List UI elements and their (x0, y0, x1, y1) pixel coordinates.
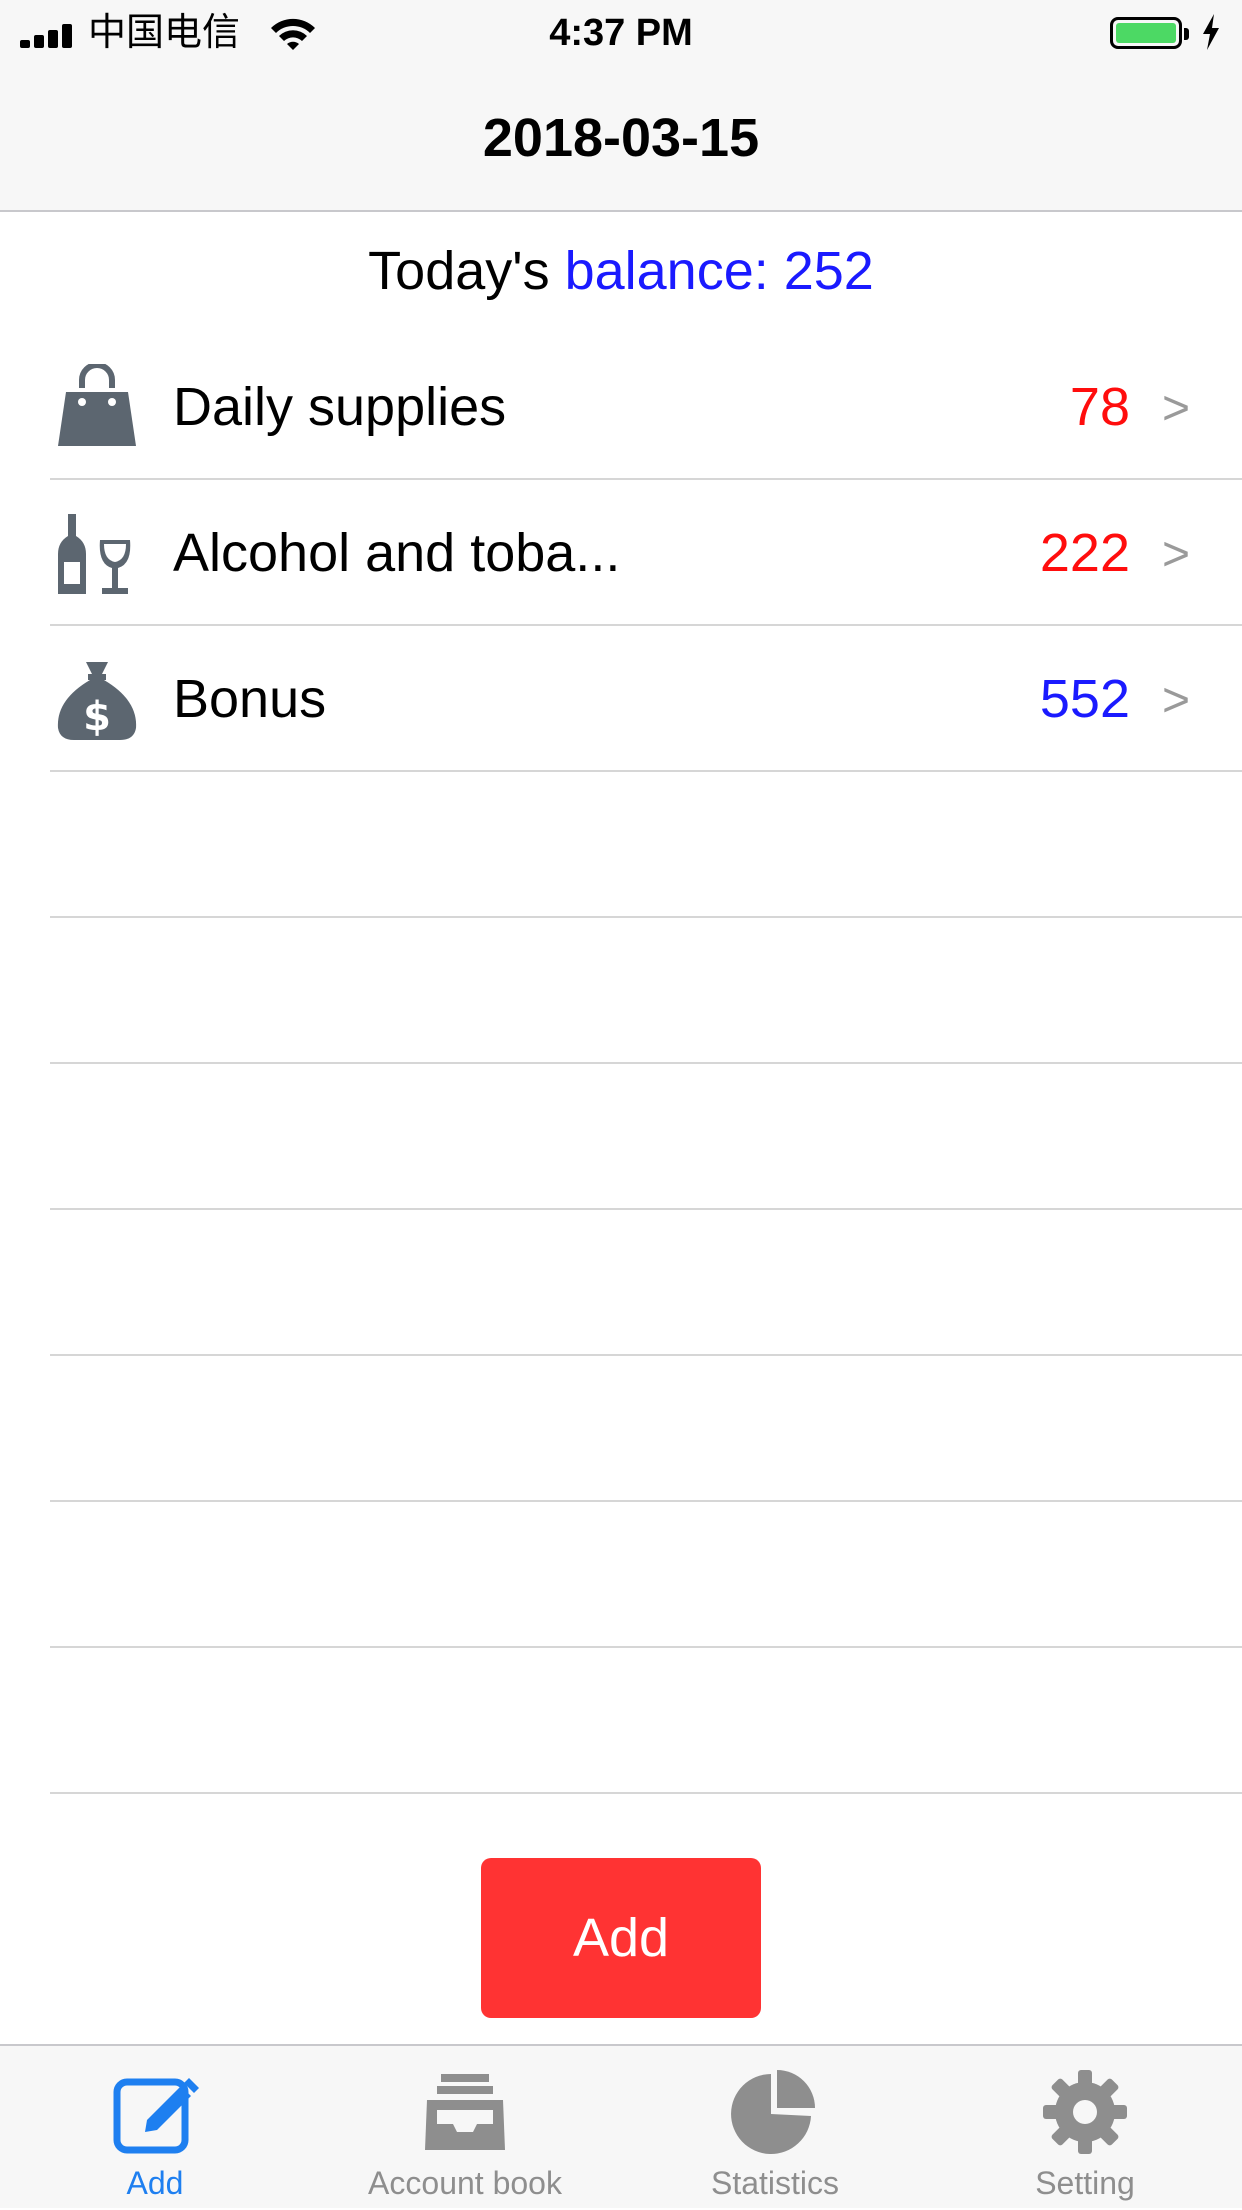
empty-row (50, 1356, 1242, 1502)
tab-label: Account book (368, 2165, 562, 2201)
tab-statistics[interactable]: Statistics (620, 2046, 930, 2210)
tab-setting[interactable]: Setting (930, 2046, 1240, 2210)
top-bar: 中国电信 4:37 PM 2018-03-15 (0, 0, 1242, 212)
entry-label: Alcohol and toba... (173, 523, 621, 583)
entry-amount: 222 (1039, 523, 1130, 583)
list-item[interactable]: Alcohol and toba... 222 > (50, 480, 1242, 626)
balance-summary: Today's balance: 252 (0, 236, 1242, 306)
page-title: 2018-03-15 (482, 108, 760, 168)
list-item[interactable]: $ Bonus 552 > (50, 626, 1242, 772)
status-time: 4:37 PM (549, 12, 693, 54)
gear-icon (1043, 2070, 1127, 2154)
inbox-icon (425, 2074, 505, 2150)
balance-value: balance: 252 (564, 241, 874, 301)
entry-list: Daily supplies 78 > Alcohol and toba... … (50, 334, 1242, 1794)
svg-text:$: $ (83, 694, 111, 740)
edit-icon (113, 2078, 199, 2154)
entry-label: Bonus (173, 669, 327, 729)
tab-label: Setting (1035, 2165, 1135, 2201)
charging-bolt-icon (1203, 14, 1219, 50)
tab-bar: Add Account book Statistics Setting (0, 2044, 1242, 2208)
empty-row (50, 1648, 1242, 1794)
add-button[interactable]: Add (481, 1858, 761, 2018)
empty-row (50, 1210, 1242, 1356)
empty-row (50, 1502, 1242, 1648)
money-bag-icon: $ (57, 662, 137, 740)
tab-account-book[interactable]: Account book (310, 2046, 620, 2210)
entry-amount: 78 (1069, 377, 1130, 437)
bottle-glass-icon (58, 514, 131, 594)
entry-label: Daily supplies (173, 377, 507, 437)
chevron-right-icon: > (1161, 528, 1190, 581)
tab-label: Add (126, 2165, 184, 2201)
status-bar: 中国电信 4:37 PM (0, 0, 1242, 66)
empty-row (50, 1064, 1242, 1210)
pie-chart-icon (731, 2070, 815, 2154)
list-item[interactable]: Daily supplies 78 > (50, 334, 1242, 480)
empty-row (50, 918, 1242, 1064)
chevron-right-icon: > (1161, 674, 1190, 727)
tab-add[interactable]: Add (0, 2046, 310, 2210)
entry-amount: 552 (1039, 669, 1130, 729)
empty-row (50, 772, 1242, 918)
balance-prefix: Today's (368, 241, 550, 301)
chevron-right-icon: > (1161, 382, 1190, 435)
tab-label: Statistics (710, 2165, 840, 2201)
shopping-bag-icon (58, 364, 136, 446)
battery-icon (1110, 17, 1189, 49)
